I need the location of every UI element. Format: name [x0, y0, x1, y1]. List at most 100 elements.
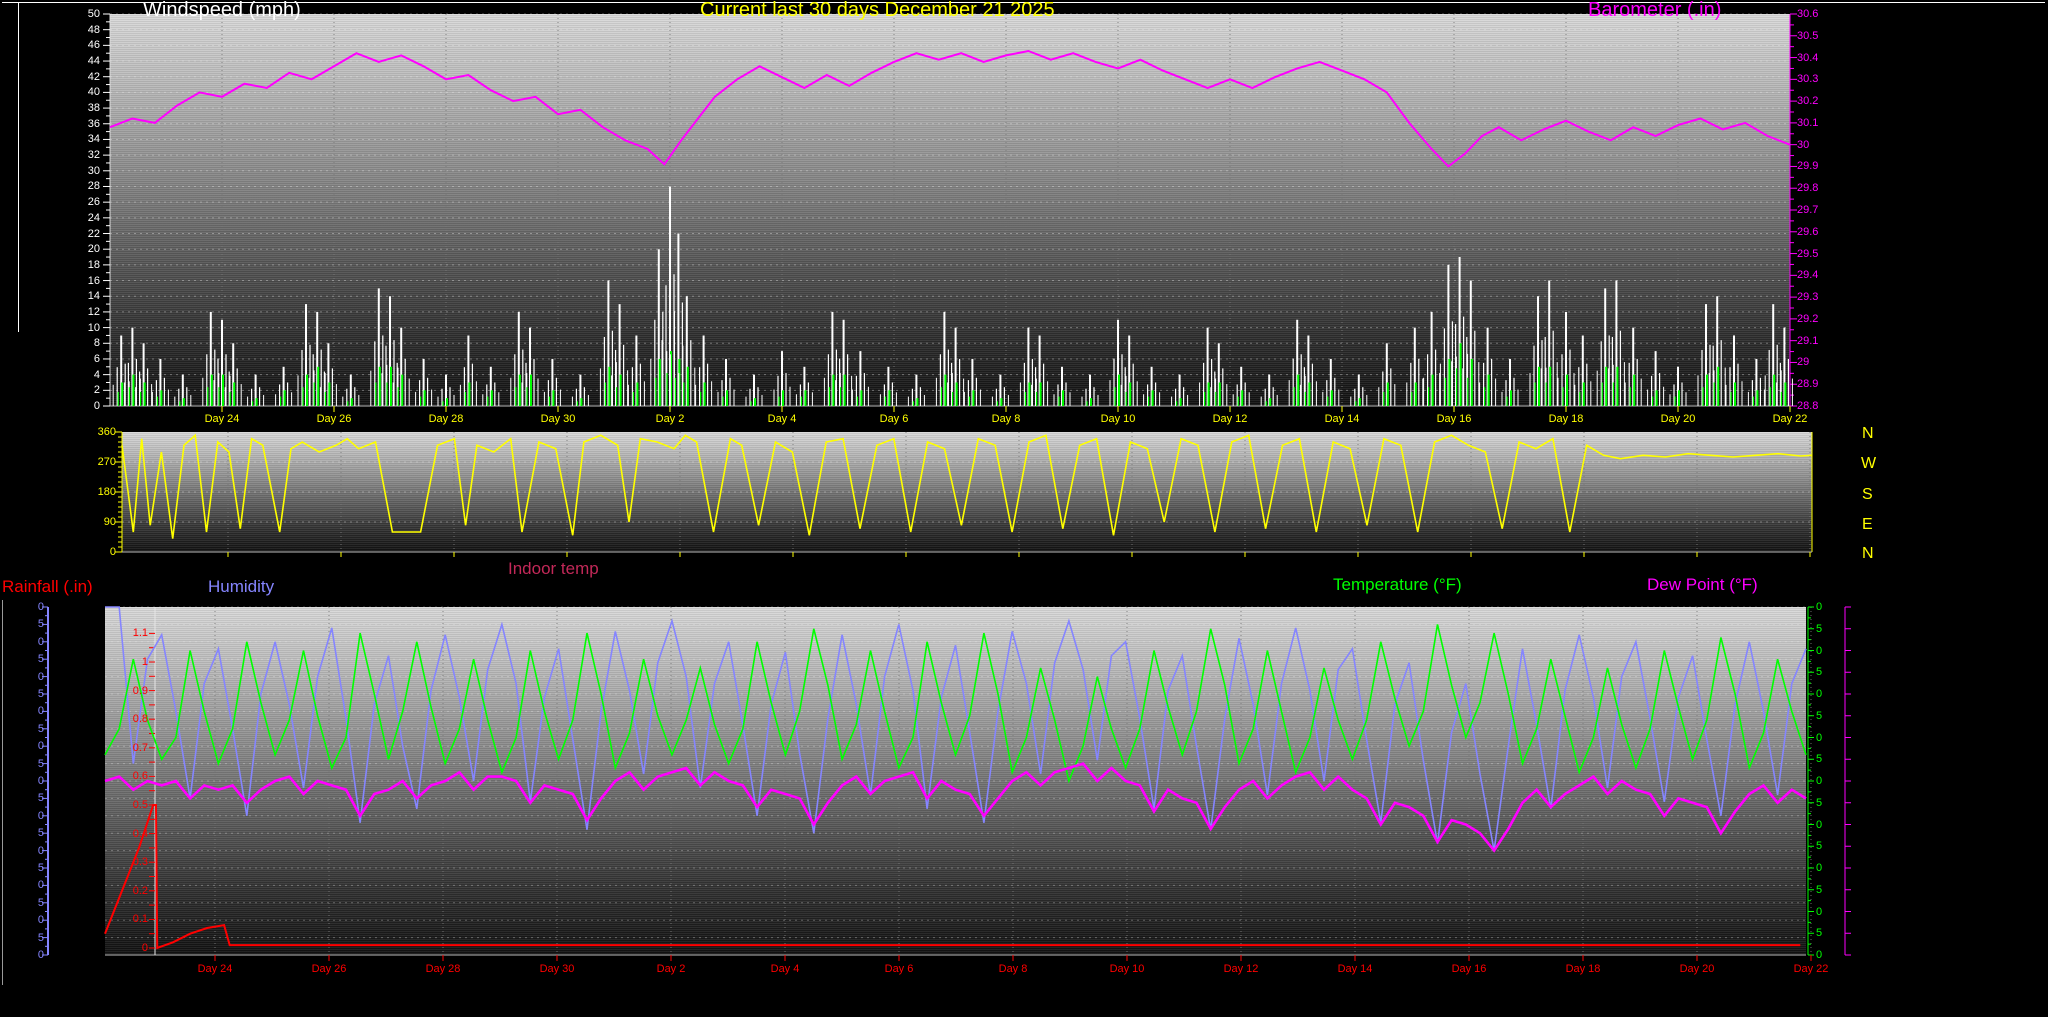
barometer-ytick: 29.1 — [1797, 336, 1837, 347]
humidity-ytick: 5 — [4, 619, 44, 630]
day-tick-top: Day 14 — [1312, 414, 1372, 425]
rain-ytick: 1 — [108, 657, 148, 668]
windspeed-ytick: 16 — [60, 276, 100, 287]
temperature-ytick: 5 — [1816, 754, 1830, 765]
day-tick-bottom: Day 14 — [1325, 964, 1385, 975]
day-tick-top: Day 24 — [192, 414, 252, 425]
rain-ytick: 0.3 — [108, 857, 148, 868]
compass-s: S — [1862, 487, 1873, 503]
temperature-ytick: 0 — [1816, 733, 1830, 744]
barometer-title: Barometer (.in) — [1588, 0, 1721, 20]
temperature-label: Temperature (°F) — [1333, 576, 1462, 593]
barometer-ytick: 29.6 — [1797, 227, 1837, 238]
temperature-ytick: 0 — [1816, 820, 1830, 831]
humidity-ytick: 5 — [4, 863, 44, 874]
temperature-ytick: 5 — [1816, 798, 1830, 809]
windspeed-ytick: 28 — [60, 181, 100, 192]
barometer-ytick: 30.6 — [1797, 9, 1837, 20]
windspeed-ytick: 6 — [60, 354, 100, 365]
compass-n-top: N — [1862, 426, 1874, 442]
rain-ytick: 0.5 — [108, 800, 148, 811]
windspeed-ytick: 26 — [60, 197, 100, 208]
compass-e: E — [1862, 517, 1873, 533]
humidity-ytick: 0 — [4, 915, 44, 926]
windspeed-ytick: 34 — [60, 134, 100, 145]
temperature-ytick: 5 — [1816, 885, 1830, 896]
temperature-ytick: 5 — [1816, 711, 1830, 722]
barometer-ytick: 30.3 — [1797, 74, 1837, 85]
day-tick-bottom: Day 20 — [1667, 964, 1727, 975]
temperature-ytick: 0 — [1816, 907, 1830, 918]
rain-ytick: 0.1 — [108, 914, 148, 925]
barometer-ytick: 28.8 — [1797, 401, 1837, 412]
day-tick-top: Day 26 — [304, 414, 364, 425]
humidity-ytick: 0 — [4, 706, 44, 717]
windspeed-ytick: 4 — [60, 370, 100, 381]
indoor-temp-label: Indoor temp — [508, 560, 599, 577]
windspeed-ytick: 50 — [60, 9, 100, 20]
windspeed-ytick: 44 — [60, 56, 100, 67]
windspeed-ytick: 46 — [60, 40, 100, 51]
day-tick-top: Day 22 — [1760, 414, 1820, 425]
day-tick-top: Day 6 — [864, 414, 924, 425]
windspeed-ytick: 48 — [60, 25, 100, 36]
rainfall-label: Rainfall (.in) — [2, 578, 93, 595]
day-tick-bottom: Day 4 — [755, 964, 815, 975]
windspeed-ytick: 30 — [60, 166, 100, 177]
windspeed-ytick: 20 — [60, 244, 100, 255]
barometer-ytick: 29.8 — [1797, 183, 1837, 194]
humidity-ytick: 0 — [4, 776, 44, 787]
humidity-label: Humidity — [208, 578, 274, 595]
day-tick-top: Day 12 — [1200, 414, 1260, 425]
windspeed-ytick: 40 — [60, 87, 100, 98]
day-tick-top: Day 2 — [640, 414, 700, 425]
day-tick-bottom: Day 12 — [1211, 964, 1271, 975]
rain-ytick: 0 — [108, 943, 148, 954]
direction-ytick: 360 — [76, 427, 116, 438]
temperature-ytick: 0 — [1816, 602, 1830, 613]
barometer-ytick: 29.5 — [1797, 249, 1837, 260]
windspeed-title: Windspeed (mph) — [143, 0, 301, 20]
day-tick-bottom: Day 30 — [527, 964, 587, 975]
humidity-ytick: 5 — [4, 793, 44, 804]
windspeed-ytick: 42 — [60, 72, 100, 83]
day-tick-bottom: Day 16 — [1439, 964, 1499, 975]
day-tick-top: Day 8 — [976, 414, 1036, 425]
day-tick-top: Day 20 — [1648, 414, 1708, 425]
day-tick-bottom: Day 26 — [299, 964, 359, 975]
dew-point-label: Dew Point (°F) — [1647, 576, 1758, 593]
humidity-ytick: 0 — [4, 950, 44, 961]
windspeed-ytick: 22 — [60, 229, 100, 240]
humidity-ytick: 0 — [4, 672, 44, 683]
day-tick-bottom: Day 8 — [983, 964, 1043, 975]
windspeed-ytick: 32 — [60, 150, 100, 161]
day-tick-top: Day 4 — [752, 414, 812, 425]
humidity-ytick: 0 — [4, 741, 44, 752]
humidity-ytick: 5 — [4, 933, 44, 944]
day-tick-bottom: Day 2 — [641, 964, 701, 975]
rain-ytick: 0.7 — [108, 743, 148, 754]
windspeed-ytick: 24 — [60, 213, 100, 224]
windspeed-ytick: 10 — [60, 323, 100, 334]
temperature-ytick: 0 — [1816, 646, 1830, 657]
windspeed-ytick: 8 — [60, 338, 100, 349]
windspeed-ytick: 36 — [60, 119, 100, 130]
barometer-ytick: 30.1 — [1797, 118, 1837, 129]
direction-ytick: 180 — [76, 487, 116, 498]
day-tick-top: Day 18 — [1536, 414, 1596, 425]
temperature-ytick: 0 — [1816, 689, 1830, 700]
barometer-ytick: 29.3 — [1797, 292, 1837, 303]
temperature-ytick: 0 — [1816, 776, 1830, 787]
day-tick-top: Day 28 — [416, 414, 476, 425]
humidity-ytick: 5 — [4, 759, 44, 770]
humidity-ytick: 0 — [4, 846, 44, 857]
day-tick-bottom: Day 18 — [1553, 964, 1613, 975]
rain-ytick: 0.4 — [108, 829, 148, 840]
windspeed-ytick: 18 — [60, 260, 100, 271]
barometer-ytick: 29.4 — [1797, 270, 1837, 281]
chart-series-overlay — [0, 0, 2048, 1017]
windspeed-ytick: 14 — [60, 291, 100, 302]
windspeed-ytick: 2 — [60, 385, 100, 396]
humidity-ytick: 5 — [4, 689, 44, 700]
humidity-ytick: 0 — [4, 811, 44, 822]
